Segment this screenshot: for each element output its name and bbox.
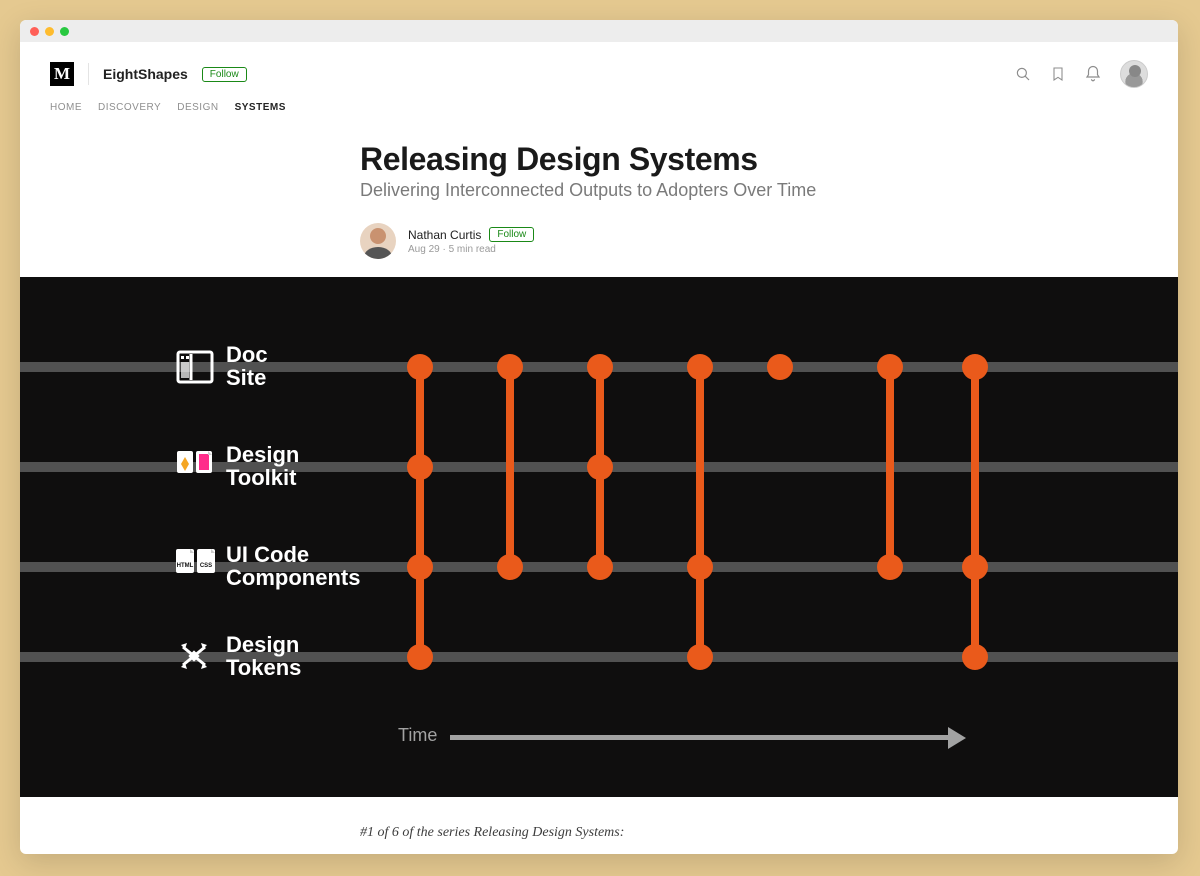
release-dot [962,554,988,580]
release-connector [416,367,424,657]
publication-name[interactable]: EightShapes [103,66,188,82]
release-dot [587,454,613,480]
publish-meta: Aug 29 · 5 min read [408,244,534,255]
window-close-button[interactable] [30,27,39,36]
release-connector [886,367,894,567]
nav-tab-design[interactable]: DESIGN [177,102,218,113]
header-actions [1014,60,1148,88]
byline: Nathan Curtis Follow Aug 29 · 5 min read [360,223,1020,259]
release-dot [687,554,713,580]
lane-icon [175,447,215,483]
release-dot [877,354,903,380]
release-dot [497,554,523,580]
bookmark-icon[interactable] [1050,65,1066,83]
release-dot [587,354,613,380]
follow-author-button[interactable]: Follow [489,227,534,242]
lane-label: DesignTokens [226,633,301,679]
article-subtitle: Delivering Interconnected Outputs to Ado… [360,180,1020,201]
divider [88,63,89,85]
article: Releasing Design Systems Delivering Inte… [20,123,1178,841]
site-header: M EightShapes Follow [20,42,1178,88]
author-name[interactable]: Nathan Curtis [408,228,481,242]
svg-text:CSS: CSS [200,563,212,569]
notifications-icon[interactable] [1084,65,1102,83]
series-note: #1 of 6 of the series Releasing Design S… [360,825,1178,841]
release-dot [767,354,793,380]
window-maximize-button[interactable] [60,27,69,36]
release-dot [687,354,713,380]
lane-icon [175,347,215,387]
release-dot [497,354,523,380]
release-dot [407,354,433,380]
release-connector [506,367,514,567]
release-connector [696,367,704,657]
release-dot [687,644,713,670]
release-dot [962,354,988,380]
nav-tab-systems[interactable]: SYSTEMS [235,102,286,113]
author-avatar[interactable] [360,223,396,259]
lane-label: DocSite [226,343,268,389]
release-dot [407,644,433,670]
time-axis-label: Time [398,725,437,746]
user-avatar[interactable] [1120,60,1148,88]
release-dot [407,554,433,580]
window-minimize-button[interactable] [45,27,54,36]
release-dot [877,554,903,580]
follow-publication-button[interactable]: Follow [202,67,247,82]
nav-tab-home[interactable]: HOME [50,102,82,113]
search-icon[interactable] [1014,65,1032,83]
hero-diagram: DocSite DesignToolkit HTML CSS UI CodeCompon… [20,277,1178,797]
release-connector [971,367,979,657]
lane-icon [175,637,213,675]
read-time: 5 min read [449,244,496,255]
svg-text:HTML: HTML [177,563,194,569]
release-dot [962,644,988,670]
lane-icon: HTML CSS [175,547,217,577]
publication-nav: HOME DISCOVERY DESIGN SYSTEMS [20,88,1178,123]
time-axis-arrow [450,735,950,740]
article-title: Releasing Design Systems [360,141,1020,178]
release-dot [587,554,613,580]
lane-label: DesignToolkit [226,443,299,489]
lane-label: UI CodeComponents [226,543,360,589]
release-dot [407,454,433,480]
page-content: M EightShapes Follow HOME DISCOVERY DESIGN… [20,42,1178,854]
browser-titlebar [20,20,1178,42]
nav-tab-discovery[interactable]: DISCOVERY [98,102,161,113]
browser-window: M EightShapes Follow HOME DISCOVERY DESIGN… [20,20,1178,854]
publish-date: Aug 29 [408,244,440,255]
site-logo[interactable]: M [50,62,74,86]
